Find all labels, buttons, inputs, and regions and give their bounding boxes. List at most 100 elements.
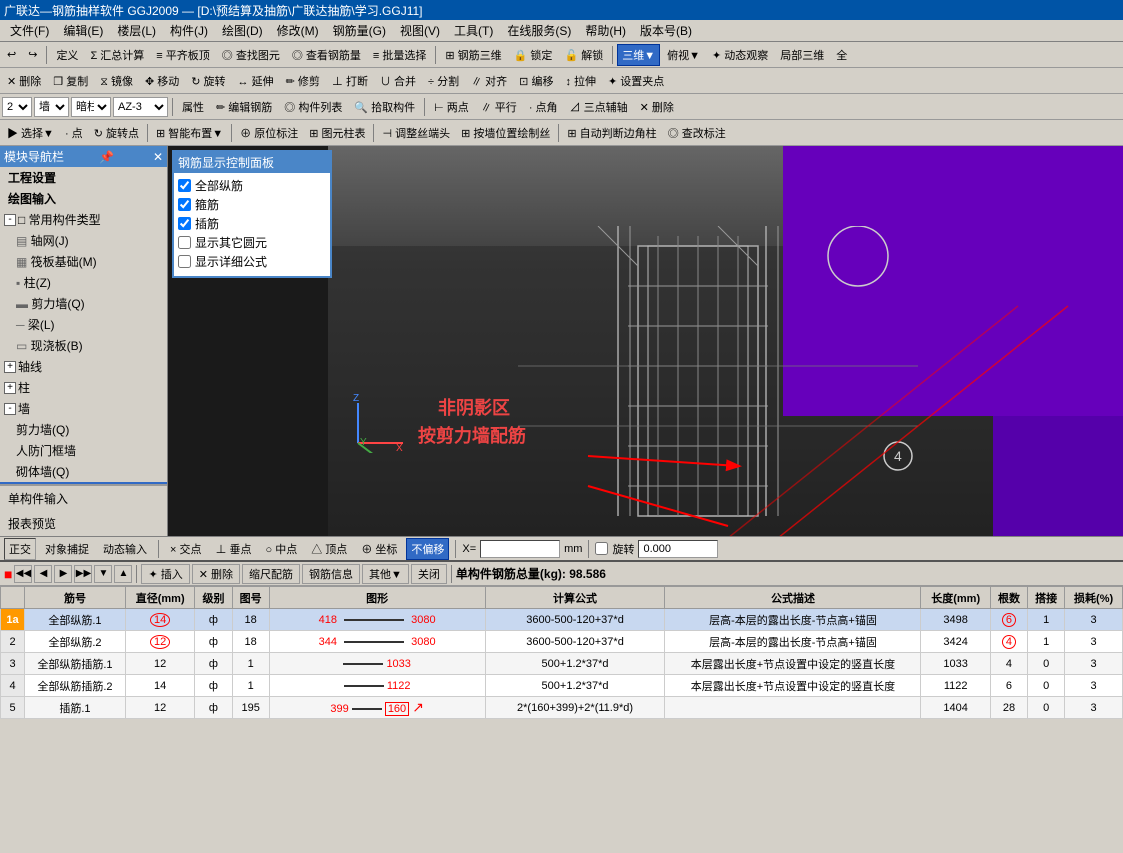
no-offset-btn[interactable]: 不偏移 [406, 538, 449, 560]
divide-btn[interactable]: ÷ 分割 [423, 70, 464, 92]
tree-civil-defense[interactable]: 人防门框墙 [0, 440, 167, 461]
vertical-btn[interactable]: ⊥ 垂点 [210, 538, 256, 560]
sidebar-close[interactable]: ✕ [153, 150, 163, 164]
prop-btn[interactable]: 属性 [177, 96, 209, 118]
nav-up[interactable]: ▲ [114, 565, 132, 583]
smart-btn[interactable]: ⊞ 智能布置▼ [151, 122, 228, 144]
nav-next[interactable]: ▶ [54, 565, 72, 583]
table-row[interactable]: 4 全部纵筋插筋.2 14 ф 1 1122 500+1.2*37*d 本层露出… [1, 675, 1123, 697]
intersection-btn[interactable]: × 交点 [165, 538, 206, 560]
menu-view[interactable]: 视图(V) [394, 20, 446, 41]
mirror-btn[interactable]: ⧖ 镜像 [95, 70, 138, 92]
edit-rebar-btn[interactable]: ✏ 编辑钢筋 [211, 96, 277, 118]
endpoint-btn[interactable]: △ 顶点 [306, 538, 352, 560]
close-btn[interactable]: 关闭 [411, 564, 447, 584]
scale-btn[interactable]: 缩尺配筋 [242, 564, 300, 584]
threed-view-btn[interactable]: 三维▼ [617, 44, 660, 66]
set-point-btn[interactable]: ✦ 设置夹点 [603, 70, 669, 92]
table-row[interactable]: 1a 全部纵筋.1 14 ф 18 418 3080 3600-500-120+… [1, 609, 1123, 631]
merge-btn[interactable]: ∪ 合并 [375, 70, 421, 92]
expand-wall[interactable]: - [4, 403, 16, 415]
select-btn[interactable]: ▶ 选择▼ [2, 122, 59, 144]
auto-column-btn[interactable]: ⊞ 自动判断边角柱 [562, 122, 661, 144]
dot-draw-btn[interactable]: · 点 [60, 122, 88, 144]
table-btn[interactable]: ⊞ 图元柱表 [304, 122, 370, 144]
table-row[interactable]: 2 全部纵筋.2 12 ф 18 344 3080 3600-500-120+3… [1, 631, 1123, 653]
expand-col[interactable]: + [4, 382, 16, 394]
dynamic-view-btn[interactable]: ✦ 动态观察 [707, 44, 773, 66]
tree-shear-wall2[interactable]: 剪力墙(Q) [0, 419, 167, 440]
menu-online[interactable]: 在线服务(S) [501, 20, 577, 41]
table-row[interactable]: 5 插筋.1 12 ф 195 399 160 ↗ 2*(160+399)+2*… [1, 697, 1123, 719]
tree-beam-type[interactable]: ─ 梁(L) [0, 314, 167, 335]
all-btn[interactable]: 全 [831, 44, 852, 66]
define-btn[interactable]: 定义 [51, 44, 83, 66]
delete-axis-btn[interactable]: ✕ 删除 [635, 96, 679, 118]
wall-type-select[interactable]: 墙 [34, 97, 69, 117]
expand-axis[interactable]: + [4, 361, 16, 373]
pull-btn[interactable]: ↕ 拉伸 [560, 70, 601, 92]
delete-btn[interactable]: ✕ 删除 [2, 70, 46, 92]
tree-shear-wall[interactable]: ▬ 剪力墙(Q) [0, 293, 167, 314]
align-btn[interactable]: ∥ 对齐 [466, 70, 512, 92]
rebar-check-hoop[interactable]: 箍筋 [178, 196, 326, 213]
menu-modify[interactable]: 修改(M) [271, 20, 325, 41]
lock-btn[interactable]: 🔒 锁定 [509, 44, 558, 66]
single-component-btn[interactable]: 单构件输入 [0, 486, 167, 511]
undo-btn[interactable]: ↩ [2, 44, 21, 66]
check-note-btn[interactable]: ◎ 查改标注 [663, 122, 731, 144]
nav-down[interactable]: ▼ [94, 565, 112, 583]
sidebar-engineering[interactable]: 工程设置 [0, 167, 167, 188]
rotate-draw-btn[interactable]: ↻ 旋转点 [89, 122, 144, 144]
snap-btn[interactable]: 对象捕捉 [40, 538, 94, 560]
origin-note-btn[interactable]: ⊕ 原位标注 [235, 122, 303, 144]
insert-btn[interactable]: ✦ 插入 [141, 564, 189, 584]
nav-last[interactable]: ▶▶ [74, 565, 92, 583]
midpoint-btn[interactable]: ○ 中点 [261, 538, 303, 560]
menu-file[interactable]: 文件(F) [4, 20, 55, 41]
rotate-btn[interactable]: ↻ 旋转 [186, 70, 230, 92]
extend-btn[interactable]: ↔ 延伸 [233, 70, 279, 92]
menu-draw[interactable]: 绘图(D) [216, 20, 269, 41]
menu-floor[interactable]: 楼层(L) [111, 20, 162, 41]
menu-tools[interactable]: 工具(T) [448, 20, 499, 41]
tree-axis[interactable]: + 轴线 [0, 356, 167, 377]
edit-trim-btn[interactable]: ✏ 修剪 [281, 70, 325, 92]
tree-grid[interactable]: ▤ 轴网(J) [0, 230, 167, 251]
coordinate-btn[interactable]: ⊕ 坐标 [356, 538, 402, 560]
adjust-end-btn[interactable]: ⊣ 调整丝端头 [377, 122, 455, 144]
rotate-checkbox[interactable] [595, 542, 608, 555]
redo-btn[interactable]: ↪ [23, 44, 42, 66]
local-3d-btn[interactable]: 局部三维 [775, 44, 829, 66]
copy-btn[interactable]: ❒ 复制 [48, 70, 93, 92]
canvas-area[interactable]: 钢筋显示控制面板 全部纵筋 箍筋 插筋 显示其它圆元 显示详细公式 [168, 146, 1123, 536]
tree-slab-type[interactable]: ▭ 现浇板(B) [0, 335, 167, 356]
menu-version[interactable]: 版本号(B) [634, 20, 698, 41]
rebar-check-all[interactable]: 全部纵筋 [178, 177, 326, 194]
ortho-btn[interactable]: 正交 [4, 538, 36, 560]
3d-btn[interactable]: ⊞ 钢筋三维 [440, 44, 506, 66]
other-btn[interactable]: 其他▼ [362, 564, 409, 584]
tree-raft[interactable]: ▦ 筏板基础(M) [0, 251, 167, 272]
parallel-btn[interactable]: ∥ 平行 [476, 96, 522, 118]
expand-icon[interactable]: - [4, 214, 16, 226]
move-btn[interactable]: ✥ 移动 [140, 70, 184, 92]
tree-common-types[interactable]: - □ 常用构件类型 [0, 209, 167, 230]
nav-first[interactable]: ◀◀ [14, 565, 32, 583]
check-btn[interactable]: ◎ 查找图元 [217, 44, 285, 66]
sidebar-drawing-input[interactable]: 绘图输入 [0, 188, 167, 209]
tree-masonry[interactable]: 砌体墙(Q) [0, 461, 167, 482]
position-btn[interactable]: ⊞ 按墙位置绘制丝 [456, 122, 555, 144]
report-preview-btn[interactable]: 报表预览 [0, 511, 167, 536]
del-row-btn[interactable]: ✕ 删除 [192, 564, 240, 584]
menu-component[interactable]: 构件(J) [164, 20, 214, 41]
table-scroll[interactable]: 筋号 直径(mm) 级别 图号 图形 计算公式 公式描述 长度(mm) 根数 搭… [0, 586, 1123, 760]
table-row[interactable]: 3 全部纵筋插筋.1 12 ф 1 1033 500+1.2*37*d 本层露出… [1, 653, 1123, 675]
wall-code-select[interactable]: AZ-3 [113, 97, 168, 117]
floor-select[interactable]: 2 [2, 97, 32, 117]
three-point-btn[interactable]: ⊿ 三点辅轴 [565, 96, 633, 118]
wall-subtype-select[interactable]: 暗柱 [71, 97, 111, 117]
menu-quantity[interactable]: 钢筋量(G) [327, 20, 392, 41]
flat-btn[interactable]: ≡ 平齐板顶 [151, 44, 214, 66]
extract-btn[interactable]: 🔍 拾取构件 [349, 96, 420, 118]
